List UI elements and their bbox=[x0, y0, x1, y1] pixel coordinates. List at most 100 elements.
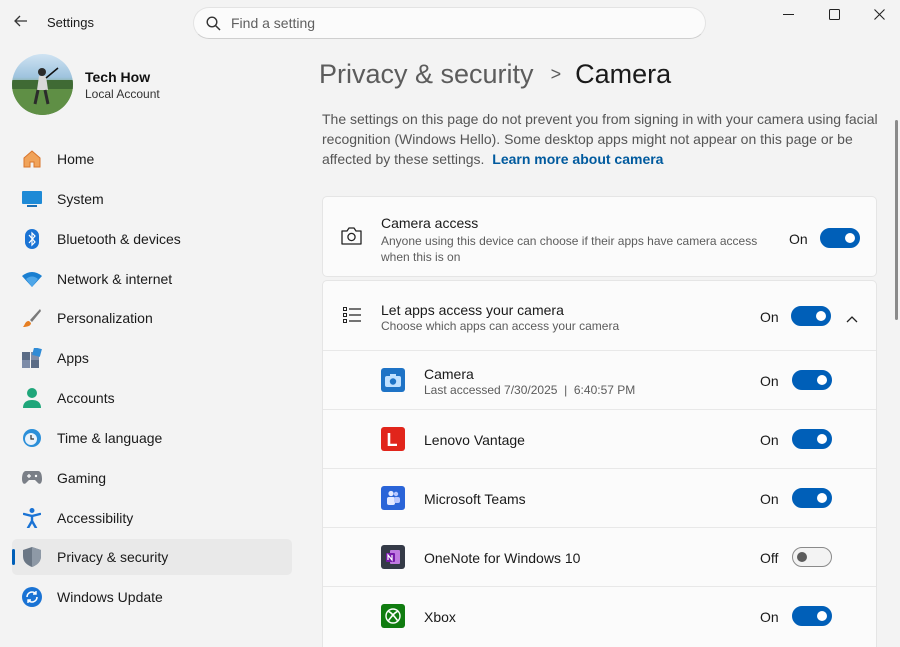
scrollbar[interactable] bbox=[895, 120, 898, 320]
sidebar-item-bluetooth[interactable]: Bluetooth & devices bbox=[12, 221, 292, 257]
sidebar-item-label: Gaming bbox=[57, 469, 107, 486]
accounts-icon bbox=[22, 388, 42, 409]
apps-access-title: Let apps access your camera bbox=[381, 302, 564, 318]
app-toggle-microsoft-teams[interactable] bbox=[792, 488, 832, 508]
chevron-right-icon: > bbox=[550, 63, 562, 84]
app-name: Xbox bbox=[424, 609, 456, 625]
sidebar-item-label: Home bbox=[57, 151, 95, 167]
page-description: The settings on this page do not prevent… bbox=[322, 109, 878, 169]
close-icon bbox=[874, 8, 885, 20]
app-state: On bbox=[760, 491, 779, 507]
sidebar-item-accessibility[interactable]: Accessibility bbox=[12, 500, 292, 536]
wifi-icon bbox=[22, 269, 42, 289]
sidebar-item-label: Apps bbox=[57, 350, 89, 367]
sidebar-item-network[interactable]: Network & internet bbox=[12, 261, 292, 297]
avatar[interactable] bbox=[12, 54, 73, 115]
app-row-camera: Camera Last accessed 7/30/2025 | 6:40:57… bbox=[323, 351, 876, 410]
back-arrow-icon bbox=[14, 15, 27, 27]
app-state: On bbox=[760, 373, 779, 389]
sidebar-item-windows-update[interactable]: Windows Update bbox=[12, 579, 292, 615]
sidebar-item-label: Network & internet bbox=[57, 270, 173, 287]
minimize-icon bbox=[783, 13, 794, 15]
maximize-button[interactable] bbox=[812, 0, 857, 28]
sidebar-nav: Home System Bluetooth & devices Network … bbox=[12, 141, 292, 619]
profile-account-type: Local Account bbox=[85, 87, 160, 101]
back-button[interactable] bbox=[8, 8, 34, 34]
sidebar-item-privacy-security[interactable]: Privacy & security bbox=[12, 539, 292, 576]
user-profile: Tech How Local Account bbox=[12, 54, 292, 116]
list-icon bbox=[343, 307, 361, 329]
camera-access-toggle[interactable] bbox=[820, 228, 860, 248]
camera-access-state: On bbox=[789, 231, 808, 247]
page-title: Camera bbox=[575, 58, 672, 89]
app-toggle-lenovo-vantage[interactable] bbox=[792, 429, 832, 449]
app-name: Camera bbox=[424, 366, 474, 382]
app-row-microsoft-teams: Microsoft Teams On bbox=[323, 469, 876, 528]
lenovo-vantage-icon bbox=[381, 427, 405, 451]
update-icon bbox=[22, 587, 42, 608]
app-toggle-camera[interactable] bbox=[792, 370, 832, 390]
app-row-onenote: OneNote for Windows 10 Off bbox=[323, 528, 876, 587]
app-name: OneNote for Windows 10 bbox=[424, 550, 581, 566]
apps-access-toggle[interactable] bbox=[791, 306, 831, 326]
shield-icon bbox=[22, 547, 42, 568]
sidebar-item-label: Personalization bbox=[57, 310, 153, 327]
search-icon bbox=[206, 15, 221, 31]
apps-icon bbox=[22, 348, 42, 369]
teams-icon bbox=[381, 486, 405, 510]
sidebar-item-label: Bluetooth & devices bbox=[57, 230, 181, 247]
breadcrumb: Privacy & security > Camera bbox=[319, 56, 671, 92]
sidebar-item-system[interactable]: System bbox=[12, 181, 292, 217]
sidebar-item-accounts[interactable]: Accounts bbox=[12, 380, 292, 416]
sidebar-item-label: Accounts bbox=[57, 390, 115, 407]
accessibility-icon bbox=[22, 507, 42, 528]
learn-more-link[interactable]: Learn more about camera bbox=[492, 151, 663, 167]
sidebar-item-home[interactable]: Home bbox=[12, 141, 292, 177]
camera-app-icon bbox=[381, 368, 405, 392]
app-name: Lenovo Vantage bbox=[424, 432, 525, 448]
home-icon bbox=[22, 149, 42, 169]
app-toggle-onenote[interactable] bbox=[792, 547, 832, 567]
camera-access-title: Camera access bbox=[381, 215, 479, 231]
camera-access-row: Camera access Anyone using this device c… bbox=[323, 197, 876, 276]
sidebar-item-label: System bbox=[57, 190, 104, 207]
minimize-button[interactable] bbox=[766, 0, 811, 28]
camera-access-card: Camera access Anyone using this device c… bbox=[322, 196, 877, 277]
profile-name: Tech How bbox=[85, 69, 151, 85]
app-title: Settings bbox=[47, 15, 94, 30]
bluetooth-icon bbox=[22, 228, 42, 249]
apps-access-card: Let apps access your camera Choose which… bbox=[322, 280, 877, 647]
breadcrumb-parent[interactable]: Privacy & security bbox=[319, 59, 534, 90]
gamepad-icon bbox=[22, 468, 42, 488]
sidebar-item-apps[interactable]: Apps bbox=[12, 340, 292, 376]
search-input[interactable] bbox=[231, 15, 671, 31]
apps-access-subtitle: Choose which apps can access your camera bbox=[381, 319, 620, 333]
sidebar-item-personalization[interactable]: Personalization bbox=[12, 300, 292, 336]
app-state: On bbox=[760, 609, 779, 625]
app-row-lenovo-vantage: Lenovo Vantage On bbox=[323, 410, 876, 469]
app-state: Off bbox=[760, 550, 779, 566]
close-button[interactable] bbox=[857, 0, 900, 28]
search-box[interactable] bbox=[193, 7, 706, 39]
onenote-icon bbox=[381, 545, 405, 569]
apps-access-row[interactable]: Let apps access your camera Choose which… bbox=[323, 281, 876, 351]
brush-icon bbox=[22, 308, 42, 328]
maximize-icon bbox=[829, 8, 840, 20]
sidebar-item-label: Accessibility bbox=[57, 509, 134, 526]
app-name: Microsoft Teams bbox=[424, 491, 526, 507]
apps-access-state: On bbox=[760, 309, 779, 325]
app-toggle-xbox[interactable] bbox=[792, 606, 832, 626]
chevron-up-icon[interactable] bbox=[846, 310, 858, 328]
camera-access-subtitle: Anyone using this device can choose if t… bbox=[381, 234, 758, 264]
app-last-accessed: Last accessed 7/30/2025 | 6:40:57 PM bbox=[424, 383, 636, 397]
sidebar-item-label: Windows Update bbox=[57, 589, 163, 606]
sidebar-item-time-language[interactable]: Time & language bbox=[12, 420, 292, 456]
camera-icon bbox=[341, 227, 362, 250]
sidebar-item-gaming[interactable]: Gaming bbox=[12, 460, 292, 496]
system-icon bbox=[22, 189, 42, 209]
title-bar: Settings bbox=[0, 0, 900, 46]
clock-globe-icon bbox=[22, 428, 42, 448]
sidebar-item-label: Time & language bbox=[57, 429, 163, 446]
app-row-xbox: Xbox On bbox=[323, 587, 876, 646]
app-state: On bbox=[760, 432, 779, 448]
